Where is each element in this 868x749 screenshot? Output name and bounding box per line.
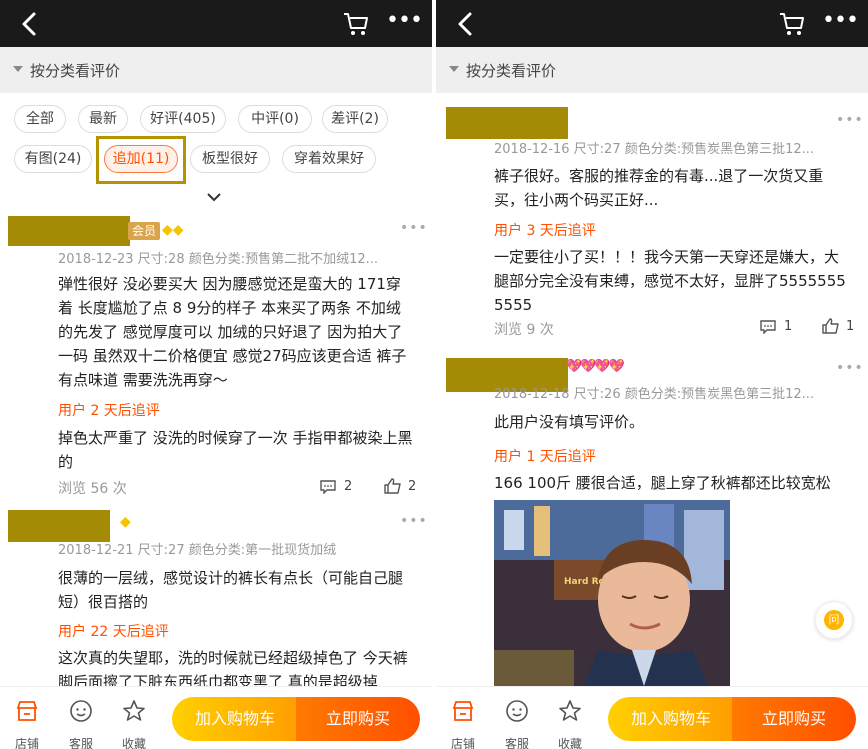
view-count: 浏览 9 次 bbox=[494, 322, 554, 338]
followup-label: 用户 2 天后追评 bbox=[58, 403, 160, 419]
bottom-bar: 店铺 客服 收藏 加入购物车 立即购买 bbox=[436, 686, 868, 749]
cart-icon[interactable] bbox=[343, 12, 369, 36]
followup-label: 用户 1 天后追评 bbox=[494, 449, 596, 465]
ask-label: 问 bbox=[824, 610, 844, 630]
followup-text: 一定要往小了买！！！我今天第一天穿还是嫌大，大腿部分完全没有束缚，感觉不太好，显… bbox=[494, 248, 846, 314]
back-arrow-icon[interactable] bbox=[454, 10, 478, 38]
diamond-rank-icon: ◆ bbox=[120, 514, 131, 530]
tag-all[interactable]: 全部 bbox=[14, 105, 66, 133]
member-badge: 会员 bbox=[128, 222, 161, 240]
category-header-label: 按分类看评价 bbox=[30, 62, 121, 80]
followup-label: 用户 3 天后追评 bbox=[494, 223, 596, 239]
service-icon bbox=[506, 700, 528, 722]
followup-label: 用户 22 天后追评 bbox=[58, 624, 169, 640]
like-count: 2 bbox=[408, 479, 417, 494]
review-meta: 2018-12-23 尺寸:28 颜色分类:预售第二批不加绒12... bbox=[58, 252, 379, 267]
back-arrow-icon[interactable] bbox=[18, 10, 42, 38]
top-bar: ••• bbox=[0, 0, 432, 47]
favorite-label: 收藏 bbox=[121, 737, 146, 749]
category-filter-toggle[interactable]: 按分类看评价 bbox=[0, 47, 432, 93]
review-meta: 2018-12-21 尺寸:27 颜色分类:第一批现货加绒 bbox=[58, 543, 337, 558]
tag-neutral[interactable]: 中评(0) bbox=[238, 105, 312, 133]
left-screen: ••• 按分类看评价 全部 最新 好评(405) 中评(0) 差评(2) 有图(… bbox=[0, 0, 432, 749]
bottom-bar: 店铺 客服 收藏 加入购物车 立即购买 bbox=[0, 686, 432, 749]
followup-text: 这次真的失望耶，洗的时候就已经超级掉色了 今天裤脚后面擦了下脏东西纸巾都变黑了 … bbox=[58, 649, 408, 688]
tag-with-photos[interactable]: 有图(24) bbox=[14, 145, 92, 173]
review-text: 弹性很好 没必要买大 因为腰感觉还是蛮大的 171穿着 长度尴尬了点 8 9分的… bbox=[58, 275, 407, 389]
right-screen: ••• 按分类看评价 ••• 2018-12-16 尺寸:27 颜色分类:预售炭… bbox=[436, 0, 868, 749]
comment-icon[interactable] bbox=[760, 320, 776, 334]
comment-count: 2 bbox=[344, 479, 353, 494]
review-more-icon[interactable]: ••• bbox=[400, 220, 428, 236]
buy-now-button[interactable]: 立即购买 bbox=[732, 697, 856, 741]
review-more-icon[interactable]: ••• bbox=[836, 112, 864, 128]
review-meta: 2018-12-16 尺寸:27 颜色分类:预售炭黑色第三批12... bbox=[494, 142, 815, 157]
chevron-down-icon[interactable] bbox=[207, 192, 221, 202]
review-photo-image: Hard Rock bbox=[494, 500, 730, 686]
review-text: 很薄的一层绒，感觉设计的裤长有点长（可能自己腿短）很百搭的 bbox=[58, 569, 404, 611]
view-count: 浏览 56 次 bbox=[58, 481, 127, 497]
top-bar: ••• bbox=[436, 0, 868, 47]
service-icon bbox=[70, 700, 92, 722]
triangle-down-icon bbox=[449, 66, 459, 72]
highlight-box bbox=[96, 136, 186, 184]
followup-text: 166 100斤 腰很合适，腿上穿了秋裤都还比较宽松 bbox=[494, 474, 831, 492]
triangle-down-icon bbox=[13, 66, 23, 72]
shop-label: 店铺 bbox=[14, 737, 39, 749]
tag-looks-good[interactable]: 穿着效果好 bbox=[282, 145, 376, 173]
redacted-username bbox=[8, 216, 130, 246]
star-icon bbox=[123, 700, 145, 721]
tag-good-fit[interactable]: 板型很好 bbox=[190, 145, 270, 173]
shop-label: 店铺 bbox=[450, 737, 475, 749]
star-icon bbox=[559, 700, 581, 721]
like-count: 1 bbox=[846, 319, 855, 334]
tag-negative[interactable]: 差评(2) bbox=[322, 105, 388, 133]
review-more-icon[interactable]: ••• bbox=[836, 360, 864, 376]
diamond-rank-icon: ◆◆ bbox=[162, 222, 184, 238]
service-label: 客服 bbox=[68, 737, 93, 749]
shop-icon bbox=[16, 701, 38, 721]
review-text: 裤子很好。客服的推荐金的有毒...退了一次货又重买，往小两个码买正好... bbox=[494, 167, 824, 209]
tag-positive[interactable]: 好评(405) bbox=[140, 105, 226, 133]
category-header-label: 按分类看评价 bbox=[466, 62, 557, 80]
review-text: 此用户没有填写评价。 bbox=[494, 413, 645, 431]
buy-now-button[interactable]: 立即购买 bbox=[296, 697, 420, 741]
add-to-cart-button[interactable]: 加入购物车 bbox=[608, 697, 734, 741]
redacted-username bbox=[446, 107, 568, 139]
review-more-icon[interactable]: ••• bbox=[400, 513, 428, 529]
shop-icon bbox=[452, 701, 474, 721]
review-meta: 2018-12-18 尺寸:26 颜色分类:预售炭黑色第三批12... bbox=[494, 387, 815, 402]
more-icon[interactable]: ••• bbox=[822, 10, 859, 34]
review-photo[interactable]: Hard Rock bbox=[494, 500, 730, 686]
thumbs-up-icon[interactable] bbox=[384, 478, 402, 494]
ask-question-button[interactable]: 问 bbox=[815, 601, 853, 639]
add-to-cart-button[interactable]: 加入购物车 bbox=[172, 697, 298, 741]
tag-latest[interactable]: 最新 bbox=[78, 105, 128, 133]
cart-icon[interactable] bbox=[779, 12, 805, 36]
more-icon[interactable]: ••• bbox=[386, 10, 423, 34]
category-filter-toggle[interactable]: 按分类看评价 bbox=[436, 47, 868, 93]
thumbs-up-icon[interactable] bbox=[822, 318, 840, 334]
followup-text: 掉色太严重了 没洗的时候穿了一次 手指甲都被染上黑的 bbox=[58, 429, 413, 471]
comment-count: 1 bbox=[784, 319, 793, 334]
comment-icon[interactable] bbox=[320, 480, 336, 494]
favorite-label: 收藏 bbox=[557, 737, 582, 749]
redacted-username bbox=[8, 510, 110, 542]
heart-rank-icon: 💖💖💖💖 bbox=[566, 359, 625, 374]
service-label: 客服 bbox=[504, 737, 529, 749]
